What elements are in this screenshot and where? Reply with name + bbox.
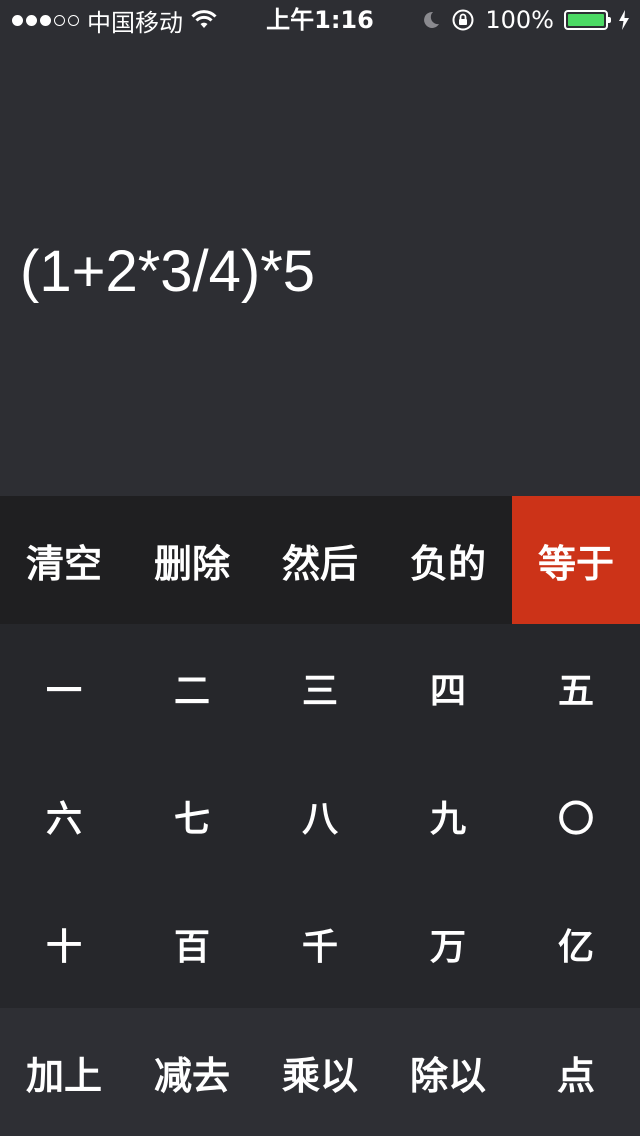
hundred-million-button[interactable]: 亿 [512,880,640,1008]
digit-two-button[interactable]: 二 [128,624,256,752]
battery-fill [568,14,604,26]
ten-button[interactable]: 十 [0,880,128,1008]
multiply-button[interactable]: 乘以 [256,1008,384,1136]
operations-row: 清空 删除 然后 负的 等于 [0,496,640,624]
thousand-button[interactable]: 千 [256,880,384,1008]
hundred-button[interactable]: 百 [128,880,256,1008]
charging-bolt-icon [619,10,629,30]
digit-seven-button[interactable]: 七 [128,752,256,880]
digit-nine-button[interactable]: 九 [384,752,512,880]
status-bar-right: 100% [421,0,630,40]
arithmetic-row: 加上 减去 乘以 除以 点 [0,1008,640,1136]
minus-button[interactable]: 减去 [128,1008,256,1136]
status-bar: 中国移动 上午1:16 100% [0,0,640,40]
rotation-lock-icon [452,9,474,31]
digit-four-button[interactable]: 四 [384,624,512,752]
ten-thousand-button[interactable]: 万 [384,880,512,1008]
then-button[interactable]: 然后 [256,496,384,624]
plus-button[interactable]: 加上 [0,1008,128,1136]
calculator-screen: 中国移动 上午1:16 100% (1+2*3/4)*5 清空 删除 然后 负的… [0,0,640,1136]
expression-text: (1+2*3/4)*5 [20,239,316,304]
equals-button[interactable]: 等于 [512,496,640,624]
battery-percent: 100% [485,6,554,34]
digit-one-button[interactable]: 一 [0,624,128,752]
digit-five-button[interactable]: 五 [512,624,640,752]
do-not-disturb-moon-icon [424,11,440,28]
number-row-2: 六 七 八 九 〇 [0,752,640,880]
expression-display: (1+2*3/4)*5 [0,40,640,496]
delete-button[interactable]: 删除 [128,496,256,624]
number-row-3: 十 百 千 万 亿 [0,880,640,1008]
divide-button[interactable]: 除以 [384,1008,512,1136]
digit-eight-button[interactable]: 八 [256,752,384,880]
decimal-point-button[interactable]: 点 [512,1008,640,1136]
digit-three-button[interactable]: 三 [256,624,384,752]
battery-icon [564,10,611,30]
clear-button[interactable]: 清空 [0,496,128,624]
digit-six-button[interactable]: 六 [0,752,128,880]
number-row-1: 一 二 三 四 五 [0,624,640,752]
digit-zero-button[interactable]: 〇 [512,752,640,880]
negative-button[interactable]: 负的 [384,496,512,624]
